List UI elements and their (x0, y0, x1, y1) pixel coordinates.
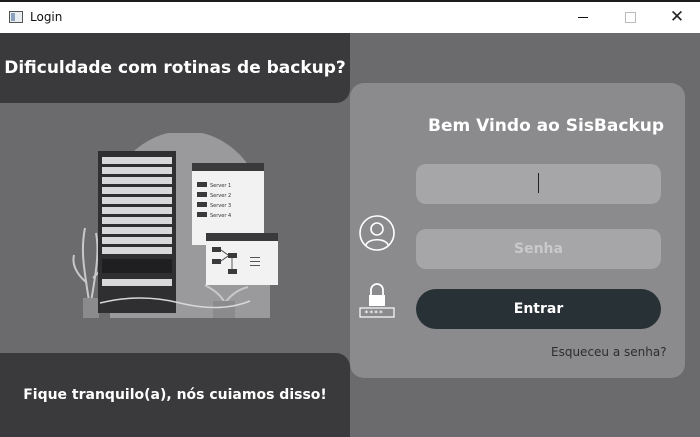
minimize-icon (578, 17, 588, 18)
server-label-3: Server 3 (210, 203, 231, 209)
server-label-1: Server 1 (210, 183, 231, 189)
server-label-2: Server 2 (210, 193, 231, 199)
window-title: Login (30, 10, 63, 24)
tagline-banner: Fique tranquilo(a), nós cuiamos disso! (0, 353, 350, 437)
headline-text: Dificuldade com rotinas de backup? (4, 58, 346, 78)
minimize-button[interactable] (560, 2, 606, 33)
forgot-password-link[interactable]: Esqueceu a senha? (551, 345, 667, 359)
login-button[interactable]: Entrar (416, 289, 661, 329)
svg-text:****: **** (364, 309, 383, 318)
app-window-icon (9, 11, 23, 23)
password-field[interactable]: Senha (416, 229, 661, 269)
tagline-text: Fique tranquilo(a), nós cuiamos disso! (23, 387, 327, 403)
maximize-icon (624, 12, 636, 23)
welcome-title: Bem Vindo ao SisBackup (428, 116, 665, 136)
text-cursor (538, 173, 539, 193)
title-bar: Login ✕ (0, 0, 700, 33)
maximize-button[interactable] (607, 2, 653, 33)
pot-left (83, 298, 99, 318)
server-illustration: Server 1 Server 2 Server 3 Server 4 (72, 133, 278, 318)
user-icon (359, 215, 395, 251)
diagram-window (206, 233, 278, 285)
login-window-body: Dificuldade com rotinas de backup? Serve… (0, 33, 700, 437)
server-list-window: Server 1 Server 2 Server 3 Server 4 (192, 163, 264, 245)
close-icon: ✕ (669, 7, 685, 27)
close-button[interactable]: ✕ (654, 2, 700, 33)
login-card: Bem Vindo ao SisBackup **** Senha Entrar… (350, 83, 685, 378)
login-button-label: Entrar (513, 301, 564, 317)
username-field[interactable] (416, 164, 661, 204)
server-label-4: Server 4 (210, 213, 231, 219)
lock-icon: **** (359, 283, 395, 318)
pot-right (213, 301, 235, 318)
password-placeholder: Senha (514, 241, 563, 257)
headline-banner: Dificuldade com rotinas de backup? (0, 33, 350, 103)
